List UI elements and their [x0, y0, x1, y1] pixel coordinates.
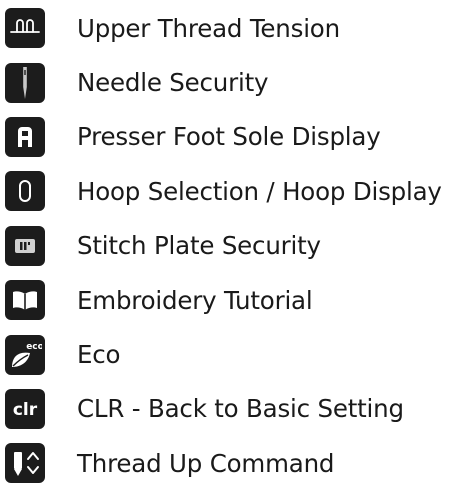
legend-item-label: Upper Thread Tension [77, 13, 340, 43]
needle-icon [5, 62, 45, 103]
legend-item-label: Thread Up Command [77, 448, 335, 478]
upper-thread-tension-icon [5, 8, 45, 49]
legend-item-label: Eco [77, 340, 121, 370]
legend-item-label: Embroidery Tutorial [77, 285, 313, 315]
legend-item-needle-security: Needle Security [5, 55, 460, 109]
legend-item-hoop-selection: Hoop Selection / Hoop Display [5, 164, 460, 218]
icon-legend: Upper Thread Tension Needle Security Pre… [5, 1, 460, 491]
legend-item-presser-foot-sole: Presser Foot Sole Display [5, 110, 460, 164]
legend-item-eco: eco Eco [5, 327, 460, 381]
clr-icon-text: clr [13, 400, 38, 420]
legend-item-embroidery-tutorial: Embroidery Tutorial [5, 273, 460, 327]
legend-item-label: Stitch Plate Security [77, 231, 321, 261]
legend-item-label: Presser Foot Sole Display [77, 122, 381, 152]
legend-item-label: Hoop Selection / Hoop Display [77, 176, 442, 206]
eco-leaf-icon: eco [5, 334, 45, 375]
clr-icon: clr [5, 388, 45, 429]
legend-item-label: CLR - Back to Basic Setting [77, 394, 404, 424]
hoop-icon [5, 171, 45, 212]
stitch-plate-icon [5, 225, 45, 266]
thread-up-icon [5, 443, 45, 484]
presser-foot-sole-icon [5, 116, 45, 157]
legend-item-upper-thread-tension: Upper Thread Tension [5, 1, 460, 55]
legend-item-clr: clr CLR - Back to Basic Setting [5, 382, 460, 436]
legend-item-thread-up-command: Thread Up Command [5, 436, 460, 490]
tutorial-book-icon [5, 280, 45, 321]
legend-item-stitch-plate-security: Stitch Plate Security [5, 219, 460, 273]
eco-icon-text: eco [26, 342, 42, 352]
legend-item-label: Needle Security [77, 68, 269, 98]
